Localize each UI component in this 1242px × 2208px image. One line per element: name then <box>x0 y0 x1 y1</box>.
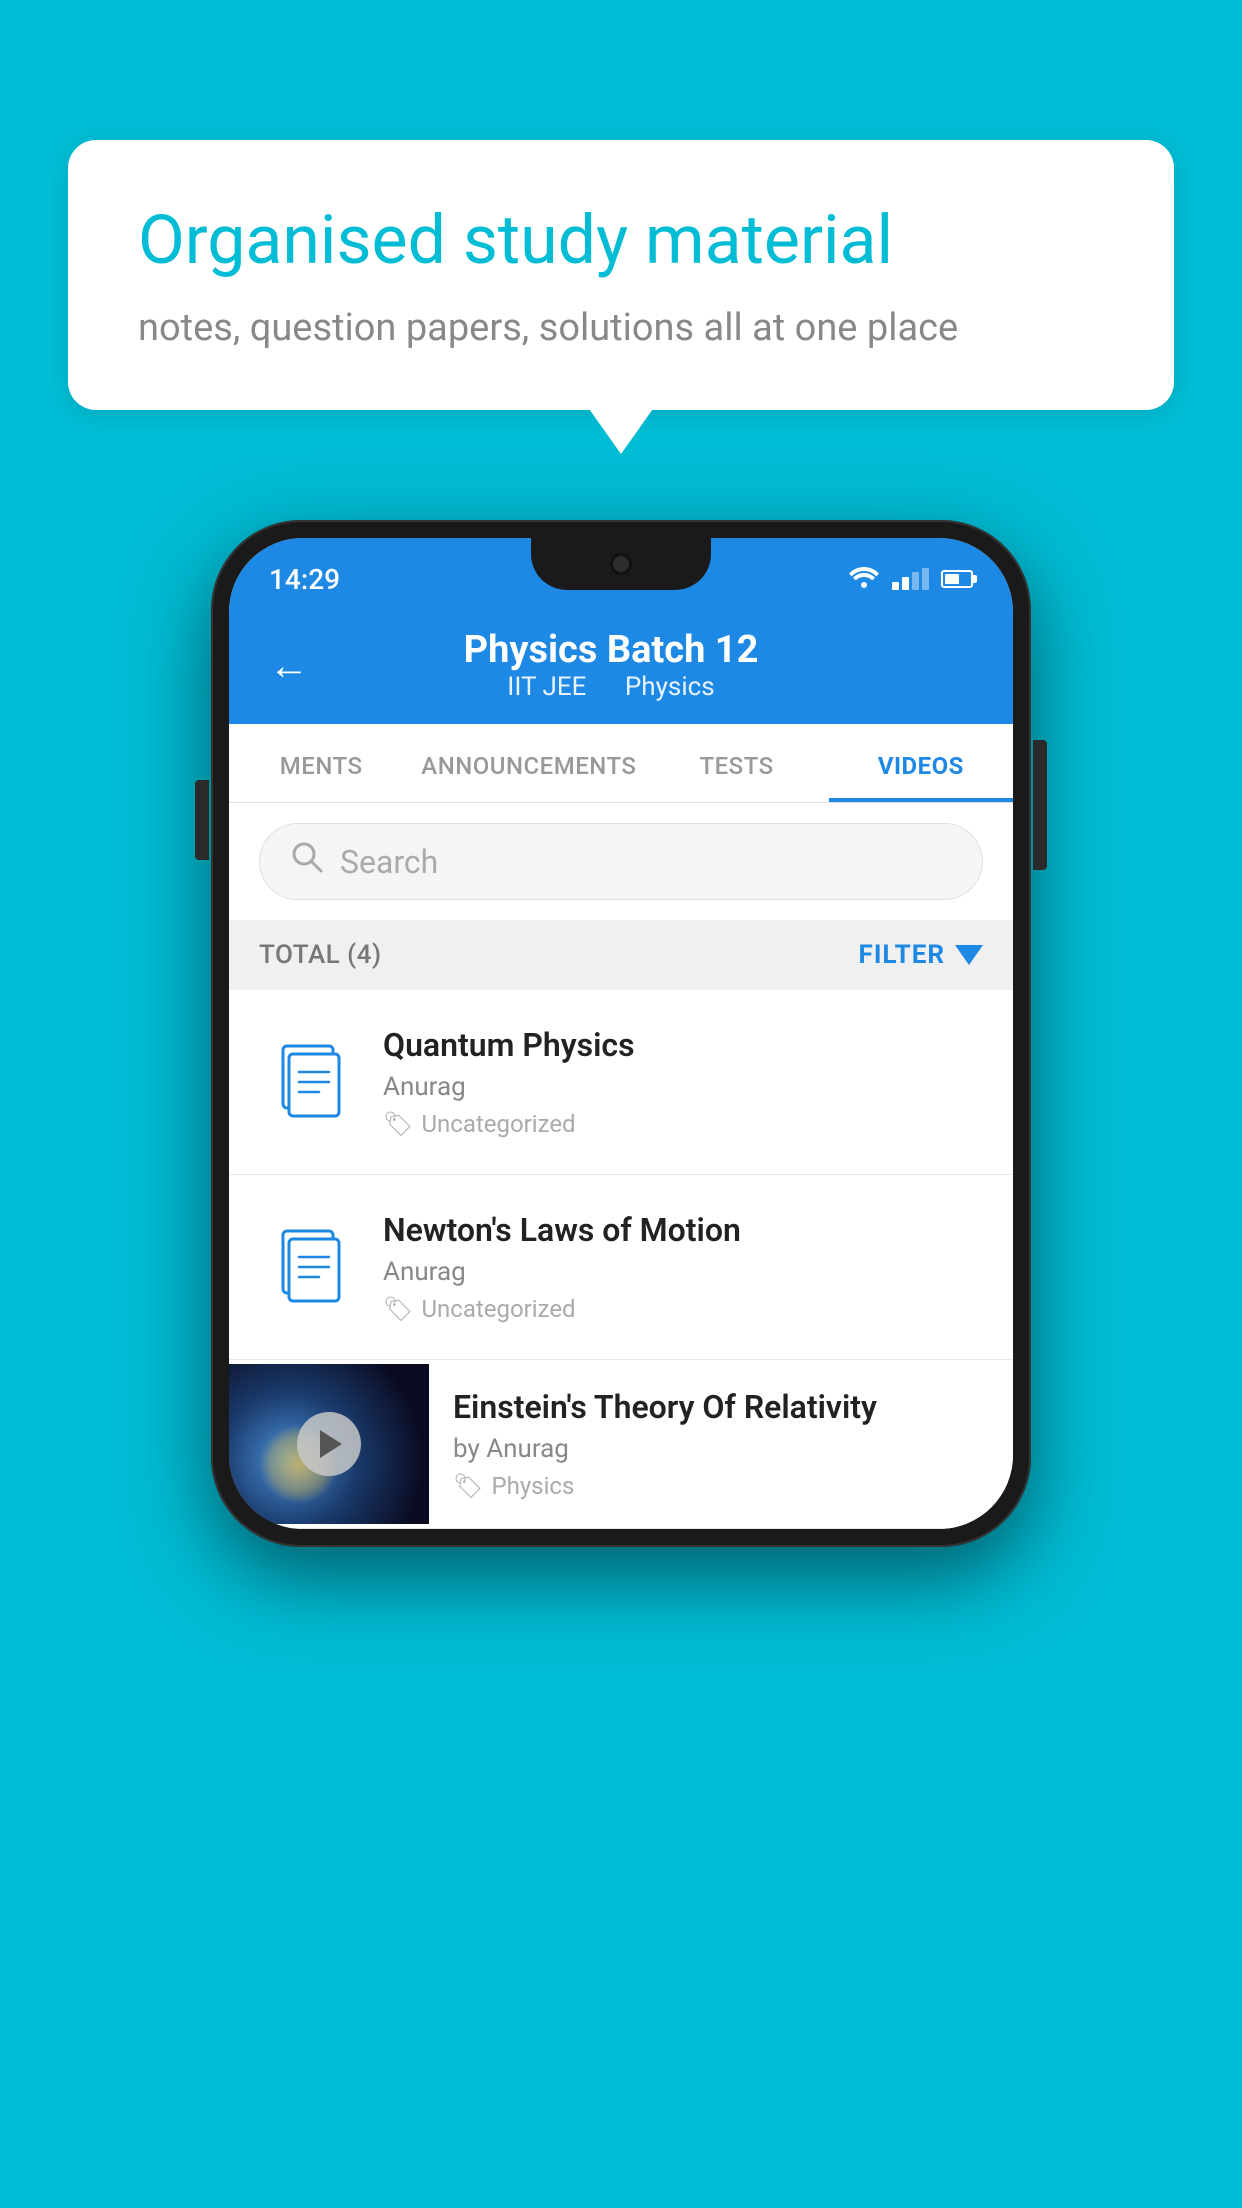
speech-bubble-title: Organised study material <box>138 200 1104 282</box>
filter-row: TOTAL (4) FILTER <box>229 920 1013 990</box>
video-author: by Anurag <box>453 1434 983 1464</box>
tab-tests[interactable]: TESTS <box>644 724 828 802</box>
video-info: Quantum Physics Anurag 🏷 Uncategorized <box>383 1026 983 1138</box>
search-placeholder: Search <box>340 843 952 881</box>
speech-bubble-container: Organised study material notes, question… <box>68 140 1174 410</box>
filter-button[interactable]: FILTER <box>859 940 983 970</box>
wifi-icon <box>848 565 880 593</box>
back-button[interactable]: ← <box>269 642 309 689</box>
video-tag: 🏷 Physics <box>453 1472 983 1500</box>
phone-container: 14:29 <box>211 520 1031 1547</box>
tag-label: Physics <box>491 1472 574 1500</box>
speech-bubble-subtitle: notes, question papers, solutions all at… <box>138 306 1104 350</box>
tab-announcements[interactable]: ANNOUNCEMENTS <box>413 724 644 802</box>
speech-bubble: Organised study material notes, question… <box>68 140 1174 410</box>
header-subtitle: IIT JEE Physics <box>339 672 883 702</box>
signal-icon <box>892 568 929 590</box>
total-count: TOTAL (4) <box>259 940 382 970</box>
status-time: 14:29 <box>269 553 340 596</box>
header-subtitle-left: IIT JEE <box>507 672 586 702</box>
tab-ments[interactable]: MENTS <box>229 724 413 802</box>
tag-label: Uncategorized <box>421 1295 575 1323</box>
document-icon <box>259 1223 359 1311</box>
tag-label: Uncategorized <box>421 1110 575 1138</box>
tag-icon: 🏷 <box>383 1295 413 1323</box>
header-title-group: Physics Batch 12 IIT JEE Physics <box>339 628 883 702</box>
phone-outer: 14:29 <box>211 520 1031 1547</box>
tabs-bar: MENTS ANNOUNCEMENTS TESTS VIDEOS <box>229 724 1013 803</box>
video-author: Anurag <box>383 1257 983 1287</box>
list-item[interactable]: Einstein's Theory Of Relativity by Anura… <box>229 1360 1013 1529</box>
list-item[interactable]: Quantum Physics Anurag 🏷 Uncategorized <box>229 990 1013 1175</box>
tag-icon: 🏷 <box>453 1472 483 1500</box>
play-icon <box>320 1430 342 1458</box>
tag-icon: 🏷 <box>383 1110 413 1138</box>
status-icons <box>848 555 973 593</box>
phone-screen: 14:29 <box>229 538 1013 1529</box>
header-subtitle-right: Physics <box>625 672 715 702</box>
header-title: Physics Batch 12 <box>339 628 883 672</box>
video-info: Einstein's Theory Of Relativity by Anura… <box>453 1360 983 1528</box>
list-item[interactable]: Newton's Laws of Motion Anurag 🏷 Uncateg… <box>229 1175 1013 1360</box>
document-icon <box>259 1038 359 1126</box>
video-list: Quantum Physics Anurag 🏷 Uncategorized <box>229 990 1013 1529</box>
filter-label: FILTER <box>859 940 945 970</box>
app-header: ← Physics Batch 12 IIT JEE Physics <box>229 610 1013 724</box>
battery-icon <box>941 570 973 588</box>
camera-cutout <box>610 553 632 575</box>
video-title: Einstein's Theory Of Relativity <box>453 1388 983 1426</box>
search-bar[interactable]: Search <box>259 823 983 900</box>
tab-videos[interactable]: VIDEOS <box>829 724 1013 802</box>
video-tag: 🏷 Uncategorized <box>383 1295 983 1323</box>
phone-notch <box>531 538 711 590</box>
video-title: Quantum Physics <box>383 1026 983 1064</box>
video-author: Anurag <box>383 1072 983 1102</box>
filter-icon <box>955 945 983 965</box>
video-title: Newton's Laws of Motion <box>383 1211 983 1249</box>
video-tag: 🏷 Uncategorized <box>383 1110 983 1138</box>
search-icon <box>290 840 324 883</box>
video-info: Newton's Laws of Motion Anurag 🏷 Uncateg… <box>383 1211 983 1323</box>
video-thumbnail <box>229 1364 429 1524</box>
play-button[interactable] <box>297 1412 361 1476</box>
search-container: Search <box>229 803 1013 920</box>
